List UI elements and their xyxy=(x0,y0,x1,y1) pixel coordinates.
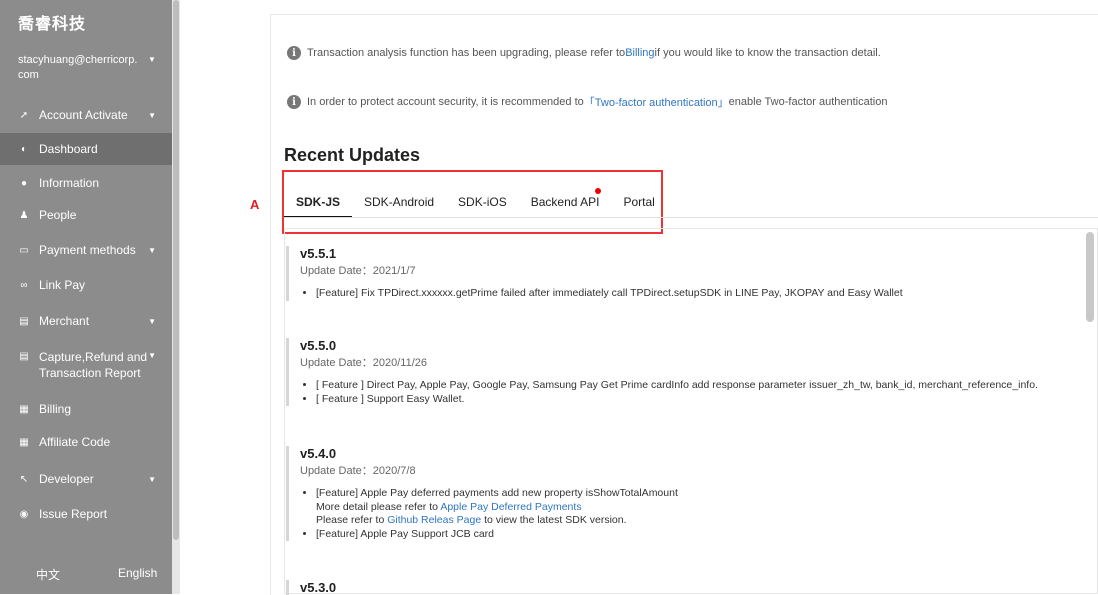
people-icon: ♟ xyxy=(19,209,29,221)
release-entry: v5.5.1 Update Date：2021/1/7 [Feature] Fi… xyxy=(286,246,903,301)
page-title: Recent Updates xyxy=(284,145,421,165)
release-note-sub: More detail please refer to xyxy=(316,500,441,513)
sidebar-item-people[interactable]: ♟ People xyxy=(0,204,172,226)
release-notes: [Feature] Fix TPDirect.xxxxxx.getPrime f… xyxy=(300,287,903,301)
user-menu-caret-icon[interactable]: ▼ xyxy=(148,55,156,64)
release-version: v5.4.0 xyxy=(300,446,337,461)
release-note-text: [Feature] Apple Pay deferred payments ad… xyxy=(316,487,678,499)
card-icon: ▭ xyxy=(19,244,29,256)
brand-logo: 喬睿科技 xyxy=(18,16,87,33)
release-entry: v5.5.0 Update Date：2020/11/26 [ Feature … xyxy=(286,338,1038,406)
chevron-down-icon: ▼ xyxy=(148,110,156,120)
release-version: v5.3.0 xyxy=(300,580,337,595)
tab-divider xyxy=(284,217,1098,218)
tab-portal[interactable]: Portal xyxy=(611,190,666,216)
tab-sdk-ios[interactable]: SDK-iOS xyxy=(446,190,519,216)
sidebar-item-dashboard[interactable]: ◐ Dashboard xyxy=(0,133,172,165)
sidebar-item-label: Capture,Refund and xyxy=(39,350,148,364)
release-note: [Feature] Fix TPDirect.xxxxxx.getPrime f… xyxy=(316,287,903,301)
user-menu[interactable]: stacyhuang@cherricorp. com xyxy=(18,53,148,83)
sidebar-item-link-pay[interactable]: ∞ Link Pay xyxy=(0,274,172,296)
updates-scrollbar-thumb[interactable] xyxy=(1086,232,1094,322)
rocket-icon: ➚ xyxy=(19,109,29,121)
info-icon: i xyxy=(287,46,301,60)
sidebar-item-capture-refund[interactable]: ▤ Capture,Refund and Transaction Report … xyxy=(0,349,172,383)
release-date: Update Date：2020/7/8 xyxy=(300,465,416,477)
store-icon: ▤ xyxy=(19,315,29,327)
sidebar-item-payment-methods[interactable]: ▭ Payment methods ▼ xyxy=(0,239,172,261)
sidebar-item-developer[interactable]: ↖ Developer ▼ xyxy=(0,468,172,490)
sidebar-item-label: Merchant xyxy=(39,314,90,328)
sidebar-item-label-line2: Transaction Report xyxy=(39,366,141,380)
notice-billing: i Transaction analysis function has been… xyxy=(287,46,881,60)
notice-text-end: enable Two-factor authentication xyxy=(728,96,888,108)
wrench-icon: ↖ xyxy=(19,473,29,485)
link-icon: ∞ xyxy=(20,279,28,291)
release-note: [ Feature ] Direct Pay, Apple Pay, Googl… xyxy=(316,379,1038,393)
release-notes: [Feature] Apple Pay deferred payments ad… xyxy=(300,487,678,541)
sidebar-item-label: Dashboard xyxy=(39,142,98,156)
release-entry: v5.4.0 Update Date：2020/7/8 [Feature] Ap… xyxy=(286,446,678,541)
release-entry: v5.3.0 xyxy=(286,580,336,595)
notice-text: Transaction analysis function has been u… xyxy=(307,47,626,59)
release-date: Update Date：2021/1/7 xyxy=(300,265,416,277)
notice-text-end: if you would like to know the transactio… xyxy=(654,47,881,59)
sidebar-item-label: Payment methods xyxy=(39,243,136,257)
release-note-sub-end: to view the latest SDK version. xyxy=(481,514,627,526)
release-note: [Feature] Apple Pay deferred payments ad… xyxy=(316,487,678,528)
billing-icon: ▦ xyxy=(19,403,29,415)
sidebar-item-label: Link Pay xyxy=(39,278,86,292)
sidebar-item-issue-report[interactable]: ◉ Issue Report xyxy=(0,503,172,525)
sidebar-item-account-activate[interactable]: ➚ Account Activate ▼ xyxy=(0,104,172,126)
release-version: v5.5.1 xyxy=(300,246,337,261)
sidebar-item-label: Account Activate xyxy=(39,108,128,122)
sidebar-item-label: Billing xyxy=(39,402,72,416)
apple-pay-deferred-link[interactable]: Apple Pay Deferred Payments xyxy=(440,501,581,513)
bug-icon: ◉ xyxy=(19,508,29,520)
sidebar-item-label: Issue Report xyxy=(39,507,108,521)
sidebar-item-label: People xyxy=(39,208,77,222)
notification-dot xyxy=(595,188,601,194)
notice-two-factor: i In order to protect account security, … xyxy=(287,94,887,110)
chevron-down-icon: ▼ xyxy=(148,316,156,326)
sidebar-item-label: Affiliate Code xyxy=(39,435,111,449)
chevron-down-icon: ▼ xyxy=(148,351,156,360)
notice-text: In order to protect account security, it… xyxy=(307,96,584,108)
language-en-link[interactable]: English xyxy=(118,566,157,580)
report-icon: ▤ xyxy=(19,351,29,362)
billing-link[interactable]: Billing xyxy=(625,47,654,59)
tab-sdk-js[interactable]: SDK-JS xyxy=(284,190,353,218)
chevron-down-icon: ▼ xyxy=(148,474,156,484)
sidebar-item-affiliate-code[interactable]: ▦ Affiliate Code xyxy=(0,431,172,453)
release-version: v5.5.0 xyxy=(300,338,337,353)
release-notes: [ Feature ] Direct Pay, Apple Pay, Googl… xyxy=(300,379,1038,406)
info-icon: ● xyxy=(20,177,28,189)
release-note: [ Feature ] Support Easy Wallet. xyxy=(316,393,1038,407)
tab-bar: SDK-JS SDK-Android SDK-iOS Backend API P… xyxy=(284,190,667,218)
info-icon: i xyxy=(287,95,301,109)
release-date: Update Date：2020/11/26 xyxy=(300,357,427,369)
sidebar-scrollbar-thumb[interactable] xyxy=(173,0,179,540)
user-email: stacyhuang@cherricorp. xyxy=(18,54,138,66)
two-factor-link[interactable]: 「Two-factor authentication」 xyxy=(584,94,729,110)
github-releases-link[interactable]: Github Releas Page xyxy=(387,514,481,526)
release-note-sub: Please refer to xyxy=(316,514,388,526)
chevron-down-icon: ▼ xyxy=(148,245,156,255)
user-email-line2: com xyxy=(18,69,39,81)
sidebar-item-label: Developer xyxy=(39,472,94,486)
sidebar-item-merchant[interactable]: ▤ Merchant ▼ xyxy=(0,310,172,332)
sidebar-item-billing[interactable]: ▦ Billing xyxy=(0,398,172,420)
sidebar: 喬睿科技 stacyhuang@cherricorp. com ▼ ➚ Acco… xyxy=(0,0,172,594)
annotation-marker: A xyxy=(250,197,260,212)
release-note: [Feature] Apple Pay Support JCB card xyxy=(316,528,678,542)
sidebar-item-label: Information xyxy=(39,176,100,190)
sidebar-item-information[interactable]: ● Information xyxy=(0,172,172,194)
language-zh-link[interactable]: 中文 xyxy=(36,566,60,583)
dashboard-icon: ◐ xyxy=(20,143,28,155)
tab-sdk-android[interactable]: SDK-Android xyxy=(352,190,446,216)
code-icon: ▦ xyxy=(19,436,29,448)
